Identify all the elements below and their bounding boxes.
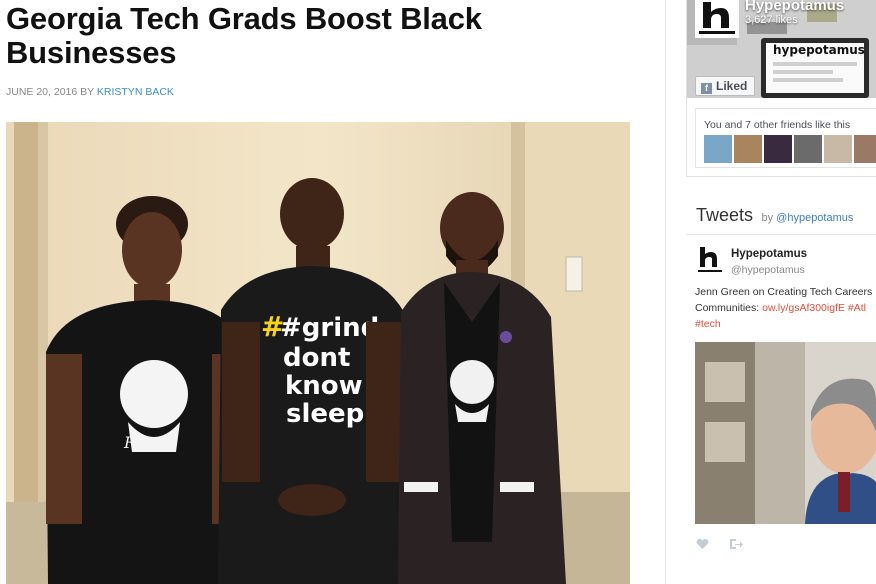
tweets-title: Tweets: [696, 205, 754, 225]
friends-like-text: You and 7 other friends like this: [704, 119, 851, 131]
tweet-author-handle[interactable]: @hypepotamus: [731, 264, 805, 276]
hero-image: RooA # #grind dont know sleep: [6, 122, 630, 584]
tweets-by-word: by: [761, 212, 774, 224]
tweets-handle-link[interactable]: @hypepotamus: [776, 212, 853, 224]
heart-icon[interactable]: [696, 538, 709, 550]
hypepotamus-avatar-icon[interactable]: [696, 245, 724, 275]
shirt-line-1: #grind: [280, 313, 379, 343]
friends-box: You and 7 other friends like this: [695, 108, 876, 168]
byline-by: BY: [80, 86, 94, 98]
tweet-line-1: Jenn Green on Creating Tech Careers: [695, 286, 873, 298]
tweet-photo[interactable]: [695, 342, 876, 524]
tweet-link[interactable]: ow.ly/gsAf300igfE: [762, 302, 845, 314]
cover-logo-text: hypepotamus: [773, 43, 865, 57]
facebook-icon: f: [701, 83, 712, 94]
article-meta: JUNE 20, 2016 BY KRISTYN BACK: [6, 86, 174, 98]
friend-avatars: [704, 135, 876, 163]
tweet-line-2: Communities: ow.ly/gsAf300igfE #Atl: [695, 300, 876, 316]
share-icon[interactable]: [729, 538, 743, 550]
shirt-signature: RooA: [123, 433, 167, 452]
shirt-line-4: sleep: [286, 399, 364, 429]
tweet-author-name[interactable]: Hypepotamus: [731, 248, 807, 260]
friend-avatar[interactable]: [734, 135, 762, 163]
column-divider: [665, 0, 666, 584]
tweets-by: by @hypepotamus: [761, 212, 853, 224]
friend-avatar[interactable]: [704, 135, 732, 163]
tweets-header: Tweets by @hypepotamus: [696, 205, 853, 226]
tweet-hashtag-atl[interactable]: #Atl: [848, 302, 866, 314]
liked-button[interactable]: f Liked: [695, 76, 755, 96]
shirt-line-2: dont: [283, 343, 350, 373]
tweets-divider: [686, 234, 876, 235]
tweet-photo-image: [695, 342, 876, 524]
facebook-like-count: 3,627 likes: [745, 14, 798, 26]
facebook-page-widget: hypepotamus Hypepotamus 3,627 likes f Lik…: [686, 0, 876, 177]
hypepotamus-logo-icon: [695, 0, 739, 38]
tweet-prefix: Communities:: [695, 302, 760, 314]
article: Georgia Tech Grads Boost Black Businesse…: [0, 0, 665, 584]
hero-photo: RooA # #grind dont know sleep: [6, 122, 630, 584]
tweet-actions: [696, 538, 743, 550]
liked-label: Liked: [716, 79, 748, 93]
shirt-line-3: know: [285, 371, 363, 401]
article-date: JUNE 20, 2016: [6, 86, 78, 98]
friend-avatar[interactable]: [764, 135, 792, 163]
tweet-line-3: #tech: [695, 316, 876, 332]
sidebar: hypepotamus Hypepotamus 3,627 likes f Lik…: [686, 0, 876, 584]
tweet-text: Jenn Green on Creating Tech Careers Comm…: [695, 284, 876, 332]
friend-avatar[interactable]: [824, 135, 852, 163]
facebook-cover[interactable]: hypepotamus Hypepotamus 3,627 likes f Lik…: [687, 0, 876, 98]
author-link[interactable]: KRISTYN BACK: [97, 86, 174, 98]
tweet-hashtag-tech[interactable]: #tech: [695, 318, 721, 330]
article-title[interactable]: Georgia Tech Grads Boost Black Businesse…: [6, 2, 646, 70]
friend-avatar[interactable]: [794, 135, 822, 163]
friend-avatar[interactable]: [854, 135, 876, 163]
facebook-page-name[interactable]: Hypepotamus: [745, 0, 844, 14]
